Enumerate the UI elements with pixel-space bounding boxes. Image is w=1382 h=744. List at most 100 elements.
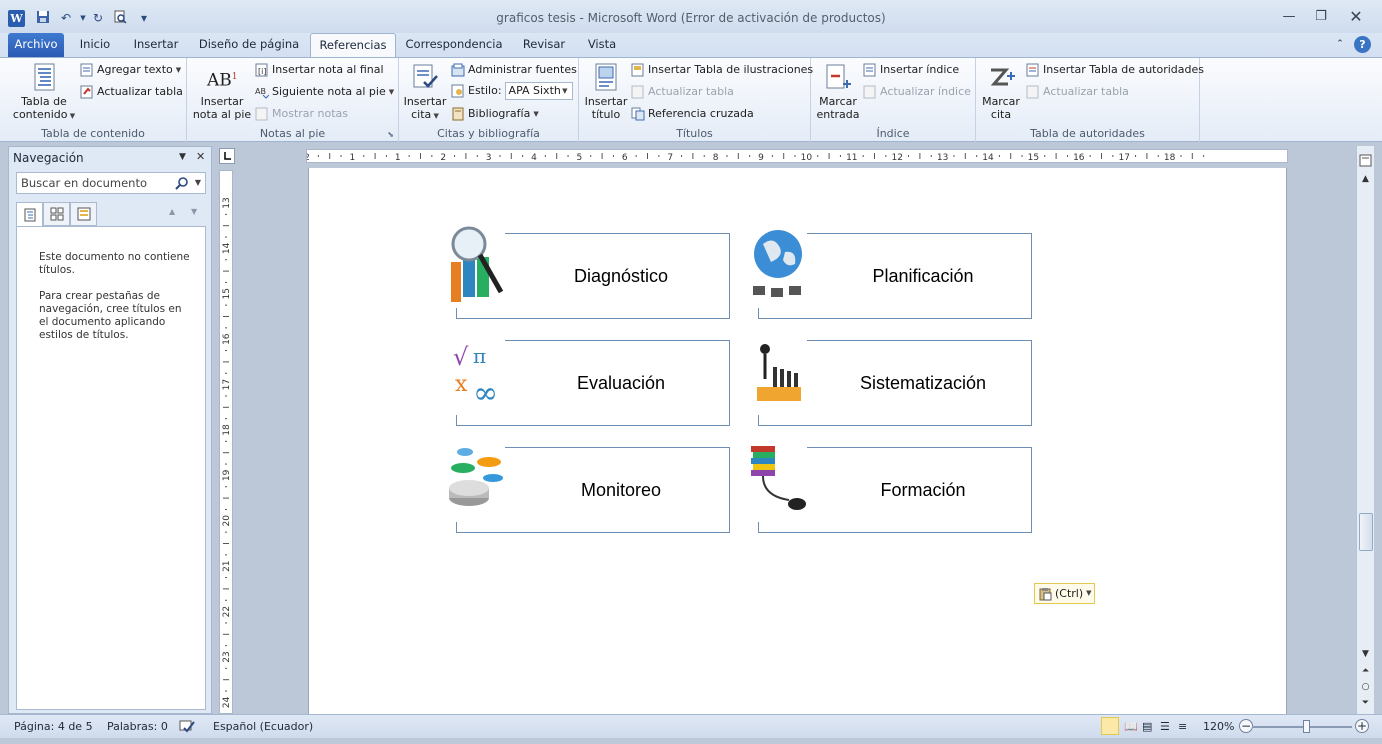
pane-options-icon[interactable]: ▼ <box>179 152 186 162</box>
close-icon[interactable]: ✕ <box>1343 8 1369 26</box>
insert-authorities-icon <box>1026 63 1039 77</box>
next-result-icon[interactable]: ▼ <box>191 207 197 216</box>
tab-inicio[interactable]: Inicio <box>72 33 118 57</box>
show-notes-button[interactable]: Mostrar notas <box>255 105 348 123</box>
previous-result-icon[interactable]: ▲ <box>169 207 175 216</box>
insert-caption-button[interactable]: Insertar título <box>581 62 631 121</box>
zoom-slider[interactable] <box>1252 726 1352 728</box>
close-pane-icon[interactable]: ✕ <box>196 150 205 163</box>
mark-entry-button[interactable]: Marcar entrada <box>815 62 861 121</box>
ruler-tick-label: 6 <box>622 153 628 162</box>
window-title: graficos tesis - Microsoft Word (Error d… <box>496 11 886 25</box>
zoom-out-icon[interactable]: − <box>1239 719 1253 733</box>
scrollbar-thumb[interactable] <box>1359 513 1373 551</box>
insert-footnote-button[interactable]: AB1 Insertar nota al pie <box>191 62 253 121</box>
web-layout-icon[interactable]: ▤ <box>1142 720 1152 733</box>
scroll-down-icon[interactable]: ▼ <box>1357 649 1374 659</box>
search-placeholder: Buscar en documento <box>21 176 148 190</box>
zoom-slider-thumb[interactable] <box>1303 720 1310 733</box>
diagram-card-planificacion[interactable]: Planificación <box>749 222 1032 319</box>
insert-endnote-button[interactable]: [i] Insertar nota al final <box>255 61 384 79</box>
tab-selector[interactable] <box>219 148 235 164</box>
update-figures-table-button[interactable]: Actualizar tabla <box>631 83 734 101</box>
update-toc-button[interactable]: Actualizar tabla <box>80 83 183 101</box>
navigation-title: Navegación <box>13 151 84 165</box>
search-input[interactable]: Buscar en documento ▼ <box>16 172 206 194</box>
headings-tab[interactable] <box>16 202 43 226</box>
zoom-in-icon[interactable]: + <box>1355 719 1369 733</box>
tab-revisar[interactable]: Revisar <box>516 33 572 57</box>
toc-button[interactable]: Tabla de contenido ▼ <box>10 62 78 123</box>
word-count[interactable]: Palabras: 0 <box>107 720 168 733</box>
tab-correspondencia[interactable]: Correspondencia <box>402 33 506 57</box>
insert-footnote-label-1: Insertar <box>200 95 244 108</box>
insert-index-button[interactable]: Insertar índice <box>863 61 959 79</box>
style-dropdown[interactable]: APA Sixth ▼ <box>504 82 573 100</box>
vertical-ruler[interactable]: 13 14 15 16 17 18 19 20 21 22 23 24 <box>219 170 233 737</box>
print-layout-view-icon[interactable] <box>1101 717 1119 735</box>
pages-tab[interactable] <box>43 202 70 226</box>
full-screen-view-icon[interactable]: 📖 <box>1124 720 1138 733</box>
style-selector[interactable]: Estilo: APA Sixth ▼ <box>451 82 573 100</box>
svg-text:∞: ∞ <box>473 376 498 411</box>
restore-icon[interactable]: ❐ <box>1308 8 1334 26</box>
card-label: Sistematización <box>859 372 987 393</box>
insert-endnote-label: Insertar nota al final <box>272 63 384 76</box>
tab-archivo[interactable]: Archivo <box>8 33 64 57</box>
tab-insertar[interactable]: Insertar <box>126 33 186 57</box>
view-ruler-icon[interactable] <box>1357 154 1374 170</box>
zoom-level[interactable]: 120% <box>1203 720 1234 733</box>
diagram-card-formacion[interactable]: Formación <box>749 436 1032 533</box>
proofing-icon[interactable] <box>178 719 196 734</box>
minimize-icon[interactable]: — <box>1276 8 1302 26</box>
insert-citation-button[interactable]: Insertar cita ▼ <box>401 62 449 123</box>
language[interactable]: Español (Ecuador) <box>213 720 313 733</box>
ribbon: Tabla de contenido ▼ Agregar texto ▼ Actu… <box>0 57 1382 142</box>
horizontal-ruler[interactable]: 21123456789101112131415161718 <box>304 149 1288 163</box>
books-mouse-icon <box>749 436 807 522</box>
results-tab[interactable] <box>70 202 97 226</box>
diagram-card-monitoreo[interactable]: Monitoreo <box>447 436 730 533</box>
ruler-tick-label: 3 <box>486 153 492 162</box>
bibliography-button[interactable]: Bibliografía ▼ <box>451 105 539 123</box>
diagram-card-sistematizacion[interactable]: Sistematización <box>749 329 1032 426</box>
update-index-icon <box>863 85 876 99</box>
globe-network-icon <box>749 222 807 308</box>
previous-page-icon[interactable]: ⏶ <box>1357 666 1374 676</box>
page-count[interactable]: Página: 4 de 5 <box>14 720 93 733</box>
next-footnote-label: Siguiente nota al pie <box>272 85 386 98</box>
svg-text:π: π <box>473 344 486 368</box>
search-icon[interactable] <box>175 176 189 190</box>
scroll-up-icon[interactable]: ▲ <box>1357 174 1374 184</box>
diagram-card-evaluacion[interactable]: √ π x ∞ Evaluación <box>447 329 730 426</box>
add-text-button[interactable]: Agregar texto ▼ <box>80 61 181 79</box>
dialog-launcher-icon[interactable]: ⬊ <box>387 130 394 139</box>
draft-view-icon[interactable]: ≡ <box>1178 720 1187 733</box>
manage-sources-button[interactable]: Administrar fuentes <box>451 61 577 79</box>
search-dropdown-icon[interactable]: ▼ <box>195 173 201 193</box>
update-figures-label: Actualizar tabla <box>648 85 734 98</box>
paste-options-label: (Ctrl) <box>1055 587 1084 600</box>
ruler-tick-label: 5 <box>577 153 583 162</box>
diagram-card-diagnostico[interactable]: Diagnóstico <box>447 222 730 319</box>
browse-object-icon[interactable]: ○ <box>1357 682 1374 692</box>
minimize-ribbon-icon[interactable]: ⌃ <box>1332 33 1348 57</box>
insert-authorities-button[interactable]: Insertar Tabla de autoridades <box>1026 61 1204 79</box>
caption-icon <box>595 63 617 91</box>
tab-diseno-pagina[interactable]: Diseño de página <box>194 33 304 57</box>
paste-options-button[interactable]: (Ctrl) ▼ <box>1034 583 1095 604</box>
next-page-icon[interactable]: ⏷ <box>1357 698 1374 708</box>
tab-vista[interactable]: Vista <box>580 33 624 57</box>
vertical-scrollbar[interactable]: ▲ ▼ ⏶ ○ ⏷ <box>1356 146 1374 714</box>
magnifier-chart-icon <box>447 222 505 308</box>
cross-reference-button[interactable]: Referencia cruzada <box>631 105 754 123</box>
update-index-button[interactable]: Actualizar índice <box>863 83 971 101</box>
update-authorities-button[interactable]: Actualizar tabla <box>1026 83 1129 101</box>
help-icon[interactable]: ? <box>1354 36 1371 53</box>
card-label: Evaluación <box>576 372 666 393</box>
mark-citation-button[interactable]: Marcar cita <box>978 62 1024 121</box>
tab-referencias[interactable]: Referencias <box>310 33 396 58</box>
outline-view-icon[interactable]: ☰ <box>1160 720 1170 733</box>
next-footnote-button[interactable]: AB Siguiente nota al pie ▼ <box>255 83 394 101</box>
insert-table-figures-button[interactable]: Insertar Tabla de ilustraciones <box>631 61 813 79</box>
